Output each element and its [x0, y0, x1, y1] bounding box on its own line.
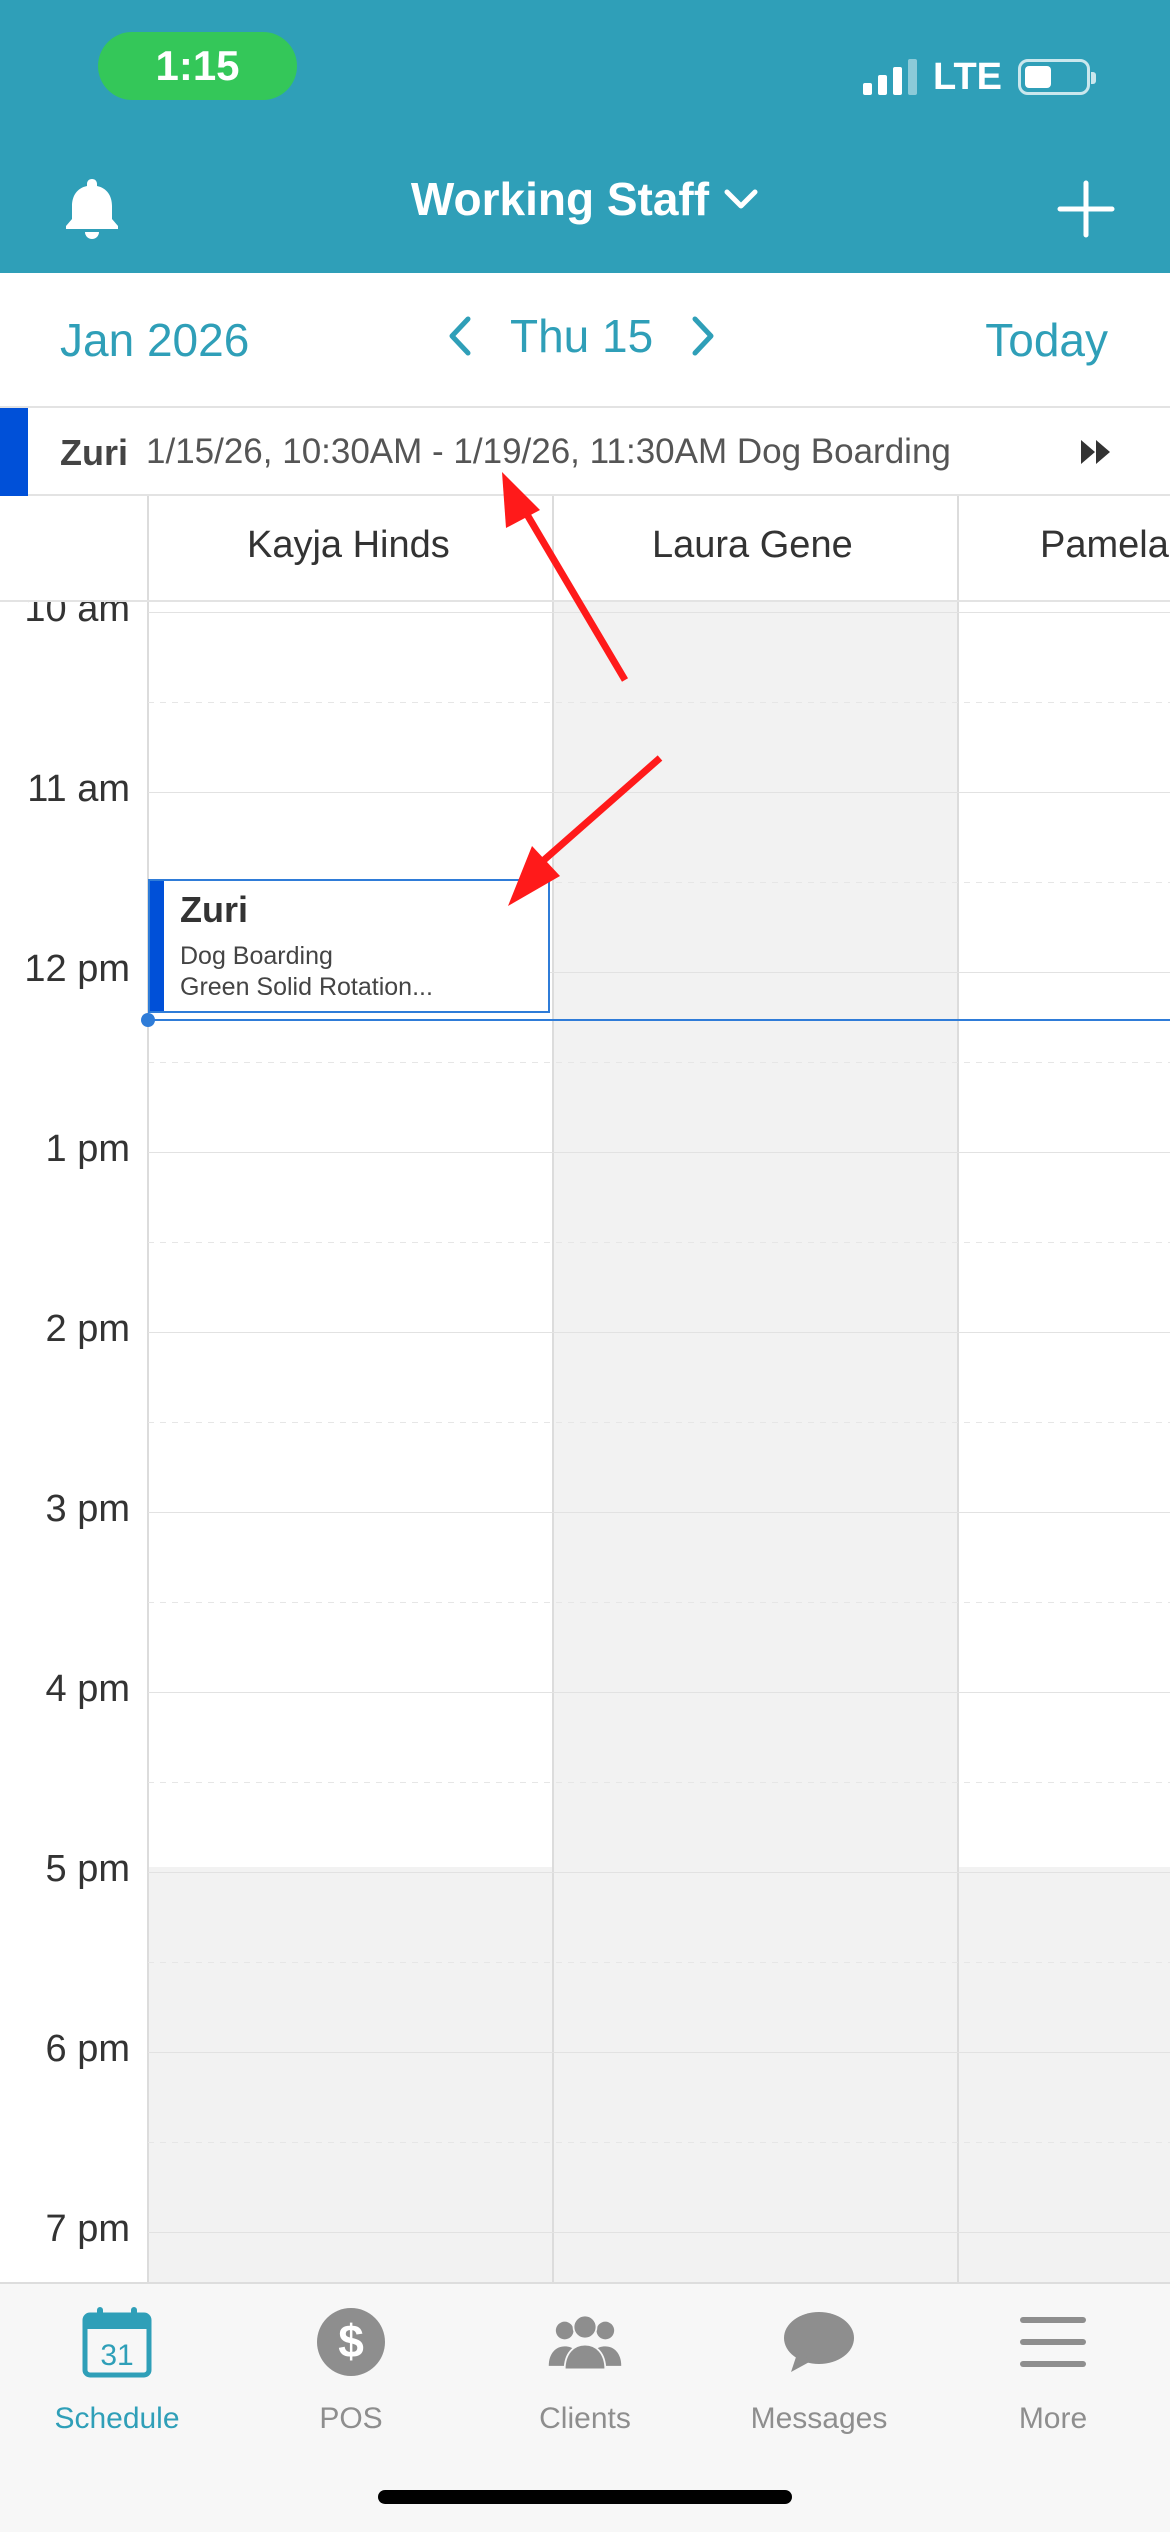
half-hour-gridline	[148, 1422, 1170, 1423]
half-hour-gridline	[148, 1062, 1170, 1063]
half-hour-gridline	[148, 2142, 1170, 2143]
appointment-details: Dog Boarding Green Solid Rotation...	[180, 941, 433, 1003]
chevron-left-icon[interactable]	[440, 309, 480, 363]
svg-text:$: $	[338, 2315, 364, 2367]
appointment-accent	[150, 881, 164, 1011]
hour-label: 4 pm	[45, 1668, 130, 1710]
appointment-card[interactable]: Zuri Dog Boarding Green Solid Rotation..…	[148, 879, 550, 1013]
tab-more[interactable]: More	[936, 2304, 1170, 2436]
banner-accent	[0, 408, 28, 496]
off-hours-block	[148, 1867, 552, 2282]
hour-gridline	[148, 1872, 1170, 1873]
staff-column-laura[interactable]: Laura Gene	[652, 524, 853, 567]
hour-label: 6 pm	[45, 2028, 130, 2070]
staff-column-off	[552, 602, 957, 2282]
app-header: 1:15 LTE Working Staff	[0, 0, 1170, 273]
half-hour-gridline	[148, 1602, 1170, 1603]
today-button[interactable]: Today	[985, 313, 1108, 367]
half-hour-gridline	[148, 702, 1170, 703]
hour-gridline	[148, 792, 1170, 793]
schedule-grid[interactable]: 10 am 11 am 12 pm 1 pm 2 pm 3 pm 4 pm 5 pm 6 pm 7…	[0, 602, 1170, 2282]
hour-gridline	[148, 2052, 1170, 2053]
date-navigation-bar: Jan 2026 Thu 15 Today	[0, 273, 1170, 408]
appointment-note: Green Solid Rotation...	[180, 973, 433, 1001]
tab-label: Clients	[539, 2402, 631, 2435]
hour-gridline	[148, 1692, 1170, 1693]
chevron-down-icon	[724, 189, 758, 209]
hour-gridline	[148, 612, 1170, 613]
half-hour-gridline	[148, 1962, 1170, 1963]
menu-icon	[1015, 2304, 1091, 2380]
tab-pos[interactable]: $ POS	[234, 2304, 468, 2436]
tab-messages[interactable]: Messages	[702, 2304, 936, 2436]
half-hour-gridline	[148, 1242, 1170, 1243]
hour-gridline	[148, 2232, 1170, 2233]
day-navigator: Thu 15	[440, 309, 723, 363]
hour-label: 7 pm	[45, 2208, 130, 2250]
fast-forward-icon[interactable]	[1079, 436, 1113, 468]
calendar-day-number: 31	[100, 2339, 133, 2372]
hour-label: 5 pm	[45, 1848, 130, 1890]
clients-icon	[547, 2304, 623, 2380]
appointment-service: Dog Boarding	[180, 942, 333, 970]
hour-label: 11 am	[27, 768, 130, 810]
current-time-dot	[141, 1013, 155, 1027]
tab-label: Schedule	[54, 2402, 180, 2435]
half-hour-gridline	[148, 1782, 1170, 1783]
calendar-icon: 31	[79, 2304, 155, 2380]
boarding-banner[interactable]: Zuri 1/15/26, 10:30AM - 1/19/26, 11:30AM…	[0, 408, 1170, 496]
page-title: Working Staff	[410, 173, 710, 225]
tab-label: POS	[319, 2402, 383, 2435]
status-indicators: LTE	[863, 52, 1096, 102]
staff-filter-dropdown[interactable]: Working Staff	[0, 172, 1170, 226]
tab-label: Messages	[750, 2402, 888, 2435]
chat-bubble-icon	[781, 2304, 857, 2380]
hour-label: 1 pm	[45, 1128, 130, 1170]
status-time: 1:15	[98, 32, 297, 100]
hour-label: 12 pm	[24, 948, 130, 990]
hour-label: 2 pm	[45, 1308, 130, 1350]
month-selector[interactable]: Jan 2026	[60, 313, 249, 367]
hour-label: 10 am	[24, 602, 130, 630]
staff-column-kayja[interactable]: Kayja Hinds	[247, 524, 450, 567]
banner-pet-name: Zuri	[60, 432, 128, 473]
current-time-line	[148, 1019, 1170, 1021]
tab-schedule[interactable]: 31 Schedule	[0, 2304, 234, 2436]
hour-gridline	[148, 1332, 1170, 1333]
signal-icon	[863, 59, 918, 95]
battery-icon	[1018, 59, 1096, 95]
plus-icon[interactable]	[1057, 180, 1115, 238]
tab-label: More	[1018, 2402, 1088, 2435]
hour-gridline	[148, 1512, 1170, 1513]
chevron-right-icon[interactable]	[683, 309, 723, 363]
current-day[interactable]: Thu 15	[510, 309, 653, 363]
dollar-icon: $	[313, 2304, 389, 2380]
staff-column-pamela[interactable]: Pamela	[1040, 524, 1169, 567]
tab-clients[interactable]: Clients	[468, 2304, 702, 2436]
appointment-pet-name: Zuri	[180, 889, 248, 930]
staff-header-row: Kayja Hinds Laura Gene Pamela	[0, 496, 1170, 602]
off-hours-block	[957, 1867, 1170, 2282]
hour-gridline	[148, 1152, 1170, 1153]
banner-details: 1/15/26, 10:30AM - 1/19/26, 11:30AM Dog …	[146, 432, 951, 471]
network-label: LTE	[933, 55, 1002, 98]
hour-label: 3 pm	[45, 1488, 130, 1530]
home-indicator	[378, 2490, 792, 2504]
